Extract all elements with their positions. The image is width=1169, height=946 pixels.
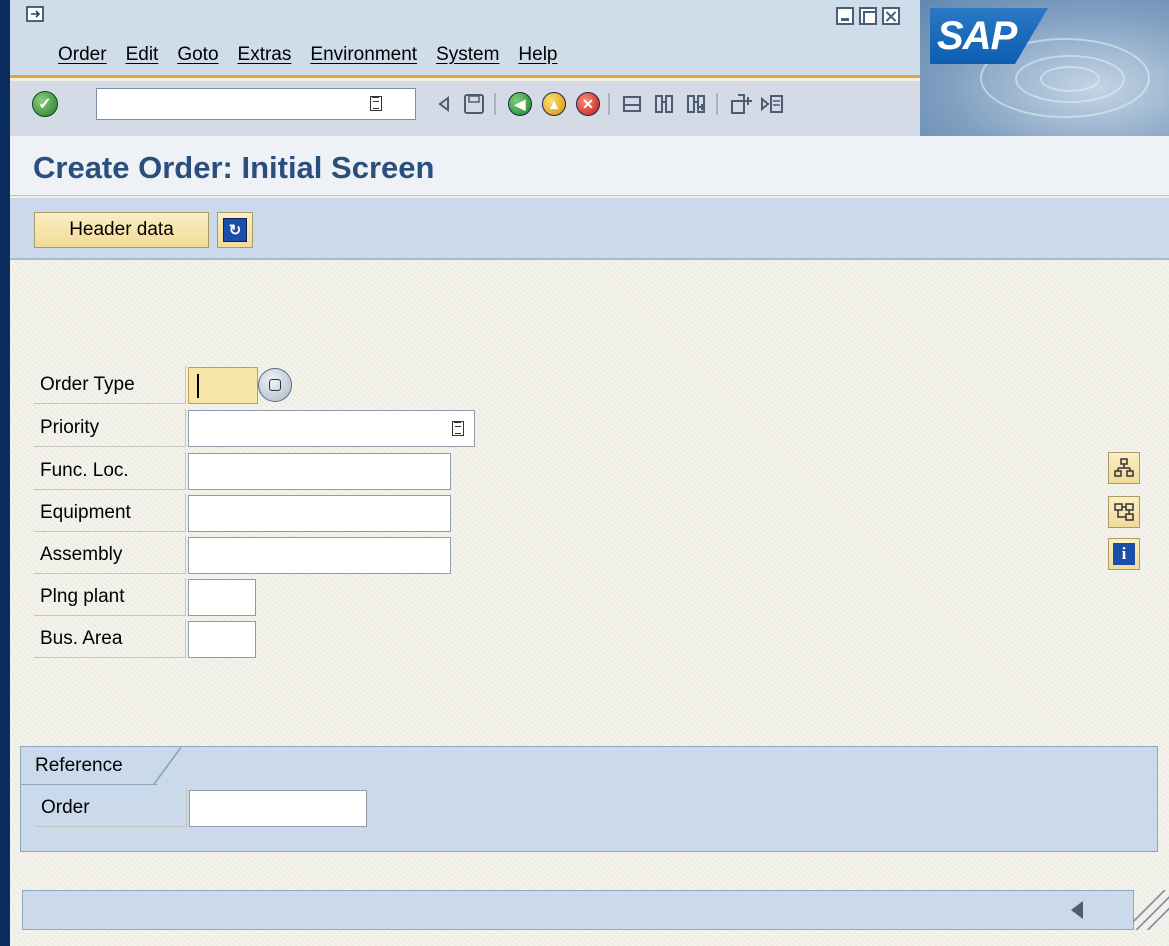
toolbar-separator	[608, 93, 610, 115]
create-session-icon[interactable]	[728, 90, 756, 118]
priority-field[interactable]	[188, 410, 475, 447]
priority-dropdown-icon[interactable]	[452, 421, 464, 436]
main-content: Order Type Priority Func. Loc. Equipment…	[10, 262, 1169, 946]
menu-extras[interactable]: Extras	[238, 44, 292, 66]
assembly-field[interactable]	[188, 537, 451, 574]
menu-goto[interactable]: Goto	[177, 44, 218, 66]
find-next-icon[interactable]	[682, 90, 710, 118]
refresh-button[interactable]: ↻	[217, 212, 253, 248]
plng-plant-field[interactable]	[188, 579, 256, 616]
header-data-button[interactable]: Header data	[34, 212, 209, 248]
enter-icon[interactable]: ✓	[32, 91, 58, 117]
info-icon[interactable]: i	[1108, 538, 1140, 570]
func-loc-field[interactable]	[188, 453, 451, 490]
save-icon[interactable]	[460, 90, 488, 118]
hierarchy-icon[interactable]	[1108, 496, 1140, 528]
maximize-icon[interactable]	[859, 7, 877, 25]
menu-order[interactable]: Order	[58, 44, 107, 66]
func-loc-input[interactable]	[189, 454, 450, 489]
priority-label: Priority	[34, 409, 186, 447]
print-icon[interactable]	[618, 90, 646, 118]
structure-icon[interactable]	[1108, 452, 1140, 484]
priority-input[interactable]	[189, 411, 474, 446]
bus-area-label: Bus. Area	[34, 620, 186, 658]
assembly-label: Assembly	[34, 536, 186, 574]
find-icon[interactable]	[650, 90, 678, 118]
application-toolbar: Header data ↻	[10, 198, 1169, 260]
reference-tab-edge	[153, 747, 181, 785]
status-bar	[22, 890, 1134, 930]
menu-edit[interactable]: Edit	[126, 44, 159, 66]
sap-window: Order Edit Goto Extras Environment Syste…	[0, 0, 1169, 946]
bus-area-input[interactable]	[189, 622, 255, 657]
system-menu-icon[interactable]	[26, 6, 48, 24]
plng-plant-input[interactable]	[189, 580, 255, 615]
shortcut-icon[interactable]	[758, 90, 786, 118]
func-loc-label: Func. Loc.	[34, 452, 186, 490]
order-type-input[interactable]	[189, 368, 257, 403]
standard-toolbar: ✓ ◀ ▲ ✕	[10, 81, 920, 136]
toolbar-separator	[716, 93, 718, 115]
refresh-icon: ↻	[223, 218, 247, 242]
assembly-input[interactable]	[189, 538, 450, 573]
status-toggle-icon[interactable]	[1071, 901, 1083, 919]
menu-help[interactable]: Help	[518, 44, 557, 66]
menu-system[interactable]: System	[436, 44, 499, 66]
command-field[interactable]	[96, 88, 416, 120]
back-icon[interactable]: ◀	[506, 90, 534, 118]
command-input[interactable]	[97, 89, 415, 119]
minimize-icon[interactable]	[836, 7, 854, 25]
reference-order-label: Order	[35, 789, 187, 827]
reference-order-input[interactable]	[190, 791, 366, 826]
command-history-icon[interactable]	[370, 96, 382, 111]
menu-environment[interactable]: Environment	[310, 44, 417, 66]
reference-order-field[interactable]	[189, 790, 367, 827]
bus-area-field[interactable]	[188, 621, 256, 658]
back-arrow-icon[interactable]	[430, 90, 458, 118]
equipment-label: Equipment	[34, 494, 186, 532]
title-bar: Create Order: Initial Screen	[10, 136, 1169, 196]
sap-logo-text: SAP	[937, 14, 1017, 58]
equipment-field[interactable]	[188, 495, 451, 532]
menu: Order Edit Goto Extras Environment Syste…	[58, 44, 558, 66]
close-icon[interactable]	[882, 7, 900, 25]
order-type-field[interactable]	[188, 367, 258, 404]
text-cursor	[197, 374, 199, 398]
resize-grip-icon[interactable]	[1133, 890, 1169, 930]
order-type-label: Order Type	[34, 366, 186, 404]
reference-group: Reference Order	[20, 746, 1158, 852]
cancel-icon[interactable]: ✕	[574, 90, 602, 118]
exit-icon[interactable]: ▲	[540, 90, 568, 118]
order-type-help-icon[interactable]	[258, 368, 292, 402]
plng-plant-label: Plng plant	[34, 578, 186, 616]
toolbar-separator	[494, 93, 496, 115]
left-border	[0, 0, 10, 946]
page-title: Create Order: Initial Screen	[33, 150, 435, 185]
equipment-input[interactable]	[189, 496, 450, 531]
